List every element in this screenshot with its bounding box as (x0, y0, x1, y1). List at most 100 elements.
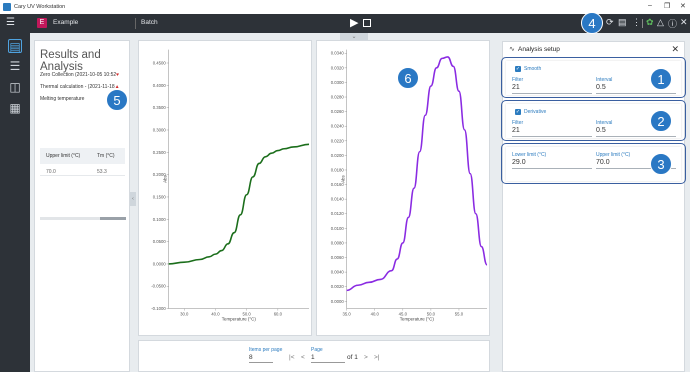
derivative-filter-underline (512, 136, 592, 137)
callout-badge-1: 1 (650, 68, 672, 90)
y-tick-label: 0.3000 (153, 127, 167, 132)
y-tick-label: 0.0100 (331, 226, 345, 231)
smooth-filter-label: Filter (512, 77, 524, 83)
clipboard-icon[interactable]: ▦ (8, 101, 22, 115)
menu-icon[interactable]: ☰ (6, 17, 15, 28)
upper-limit-field[interactable]: 70.0 (596, 159, 610, 166)
x-tick-label: 35.0 (343, 312, 352, 317)
y-tick-label: 0.0500 (153, 239, 167, 244)
y-tick-label: 0.0240 (331, 124, 345, 129)
close-icon[interactable]: ✕ (680, 17, 688, 28)
callout-badge-6: 6 (397, 67, 419, 89)
callout-badge-2: 2 (650, 110, 672, 132)
map-icon[interactable]: ◫ (8, 80, 22, 94)
lower-limit-field[interactable]: 29.0 (512, 159, 526, 166)
y-tick-label: 0.1000 (153, 217, 167, 222)
analysis-setup-header: ∿ Analysis setup ✕ (503, 42, 686, 58)
y-tick-label: 0.0180 (331, 167, 345, 172)
y-tick-label: 0.0080 (331, 240, 345, 245)
settings-sliders-icon[interactable]: ☰ (8, 59, 22, 73)
refresh-icon[interactable]: ⟳ (606, 17, 614, 28)
y-tick-label: -0.1000 (151, 306, 166, 311)
analysis-setup-title: Analysis setup (518, 46, 560, 53)
smooth-filter-field[interactable]: 21 (512, 84, 520, 91)
more-icon[interactable]: ⋮ (632, 17, 641, 28)
toolbar-divider-right (642, 19, 643, 28)
callout-badge-3: 3 (650, 153, 672, 175)
horizontal-scrollbar[interactable] (40, 217, 126, 220)
play-icon[interactable]: ▶ (350, 16, 358, 29)
y-tick-label: 0.0020 (331, 284, 345, 289)
series-line[interactable] (346, 56, 488, 292)
y-axis-label: Abs (163, 175, 168, 183)
smooth-interval-field[interactable]: 0.5 (596, 84, 606, 91)
prev-page-button[interactable]: < (301, 354, 305, 361)
smooth-checkbox[interactable]: ✓ (515, 66, 521, 72)
y-tick-label: 0.0120 (331, 211, 345, 216)
table-row[interactable]: 70.0 53.3 (40, 164, 125, 176)
x-tick-label: 40.0 (211, 312, 220, 317)
window-title: Cary UV Workstation (14, 4, 66, 10)
y-tick-label: 0.0300 (331, 80, 345, 85)
bell-icon[interactable]: △ (657, 17, 664, 28)
items-per-page-underline (249, 362, 273, 363)
window-titlebar: Cary UV Workstation – ❐ ✕ (0, 0, 690, 14)
scrollbar-thumb[interactable] (100, 217, 126, 220)
y-tick-label: 0.2500 (153, 150, 167, 155)
result-item-zero-collection[interactable]: Zero Collection (2021-10-05 10:52♥ (40, 72, 119, 78)
minimize-button[interactable]: – (648, 2, 652, 9)
y-tick-label: 0.3500 (153, 105, 167, 110)
column-header-upper-limit[interactable]: Upper limit (°C) (46, 153, 80, 159)
report-icon[interactable]: ▤ (618, 17, 627, 28)
workspace-icon: E (37, 18, 47, 28)
result-item-melting-temperature[interactable]: Melting temperature (40, 96, 84, 102)
column-header-tm[interactable]: Tm (°C) (97, 153, 115, 159)
derivative-filter-field[interactable]: 21 (512, 127, 520, 134)
result-item-thermal-calculation[interactable]: Thermal calculation - (2021-11-18▲ (40, 84, 120, 90)
workspace-name[interactable]: Example (53, 19, 78, 26)
chart-panel-absorbance: -0.1000 -0.0500 0.0000 0.0500 0.1000 0.1500 0.… (138, 40, 312, 336)
smooth-filter-underline (512, 93, 592, 94)
app-icon (3, 3, 11, 11)
batch-label[interactable]: Batch (141, 19, 158, 26)
pagination-bar: Items per page 8 Page |< < 1 of 1 > >| (138, 340, 490, 372)
derivative-interval-label: Interval (596, 120, 613, 126)
leaf-icon[interactable]: ✿ (646, 17, 654, 28)
items-per-page-select[interactable]: 8 (249, 354, 253, 361)
restore-button[interactable]: ❐ (664, 2, 670, 10)
x-tick-label: 40.0 (371, 312, 380, 317)
analysis-icon[interactable]: ▤ (8, 39, 22, 54)
smooth-interval-label: Interval (596, 77, 613, 83)
chart-absorbance[interactable]: -0.1000 -0.0500 0.0000 0.0500 0.1000 0.1500 0.… (139, 41, 311, 335)
y-tick-label: 0.0000 (153, 261, 167, 266)
analysis-curve-icon: ∿ (509, 46, 515, 53)
lower-limit-underline (512, 168, 592, 169)
result-item-label: Zero Collection (2021-10-05 10:52 (40, 72, 117, 78)
y-tick-label: 0.0140 (331, 197, 345, 202)
series-line[interactable] (168, 143, 310, 265)
y-tick-label: 0.0320 (331, 65, 345, 70)
close-window-button[interactable]: ✕ (680, 2, 686, 10)
page-number-input[interactable]: 1 (311, 354, 315, 361)
result-item-label: Thermal calculation - (2021-11-18 (40, 84, 115, 90)
close-analysis-setup-icon[interactable]: ✕ (671, 44, 679, 55)
x-axis-label: Temperature (°C) (222, 316, 257, 321)
callout-badge-4: 4 (581, 12, 603, 34)
y-tick-label: 0.0280 (331, 95, 345, 100)
results-title: Results and Analysis (40, 49, 101, 73)
last-page-button[interactable]: >| (374, 354, 379, 361)
y-tick-label: 0.0060 (331, 255, 345, 260)
derivative-interval-field[interactable]: 0.5 (596, 127, 606, 134)
collapse-panel-handle[interactable]: ‹ (130, 192, 136, 206)
stop-icon[interactable] (363, 19, 371, 27)
derivative-checkbox[interactable]: ✓ (515, 109, 521, 115)
next-page-button[interactable]: > (364, 354, 368, 361)
x-tick-label: 30.0 (180, 312, 189, 317)
results-table-header: Upper limit (°C) Tm (°C) (40, 148, 125, 164)
y-tick-label: -0.0500 (151, 284, 166, 289)
first-page-button[interactable]: |< (289, 354, 294, 361)
items-per-page-label: Items per page (249, 347, 283, 353)
help-icon[interactable]: ⓘ (668, 17, 677, 30)
derivative-label: Derivative (524, 109, 547, 115)
y-axis-label: Abs (341, 175, 346, 183)
